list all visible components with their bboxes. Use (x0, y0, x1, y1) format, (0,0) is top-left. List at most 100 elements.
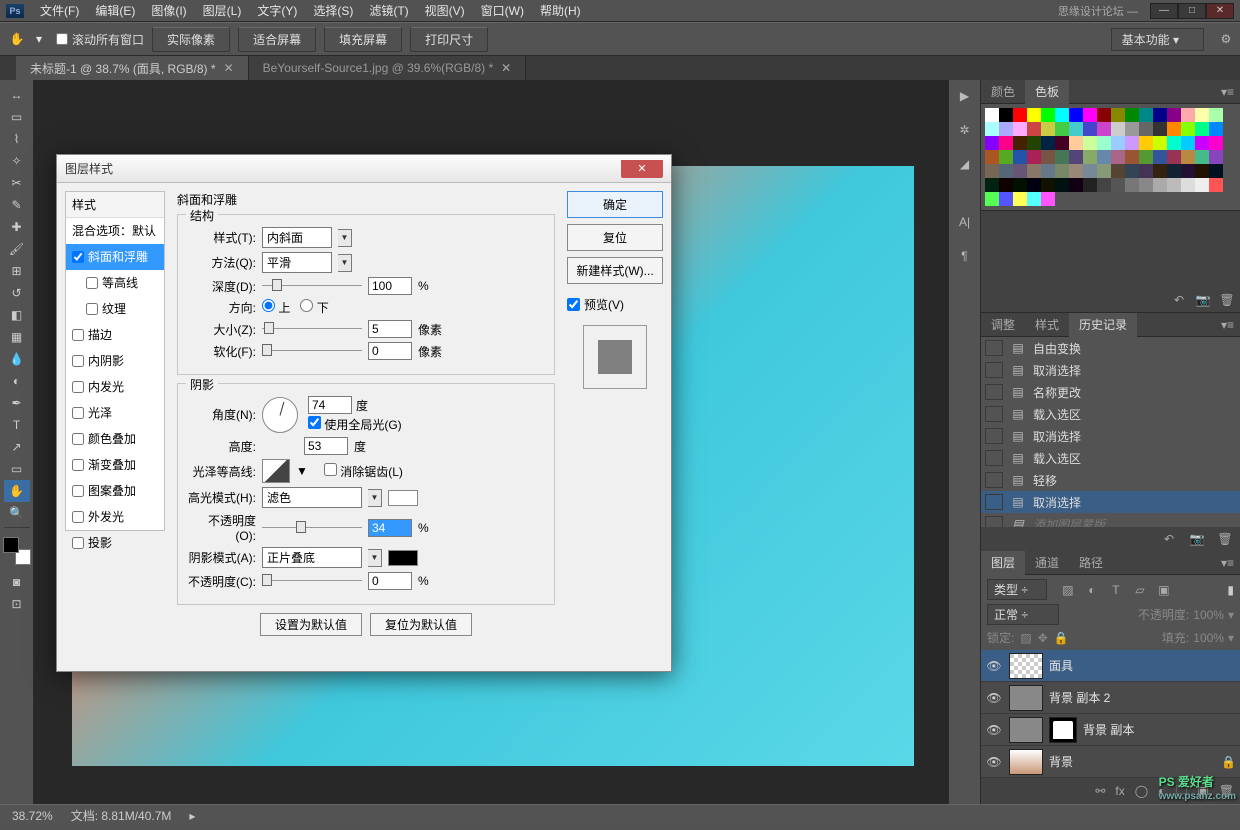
swatch[interactable] (1083, 122, 1097, 136)
swatch[interactable] (1083, 136, 1097, 150)
quickmask-icon[interactable]: ◙ (4, 571, 30, 593)
layer-mask[interactable] (1049, 717, 1077, 743)
history-item[interactable]: ▤取消选择 (981, 491, 1240, 513)
swatch[interactable] (1069, 108, 1083, 122)
menu-help[interactable]: 帮助(H) (532, 2, 589, 19)
dropdown-icon[interactable]: ▼ (338, 229, 352, 247)
swatch[interactable] (1181, 122, 1195, 136)
trash-icon[interactable]: 🗑 (1216, 531, 1234, 547)
swatch[interactable] (1097, 164, 1111, 178)
shadow-color[interactable] (388, 550, 418, 566)
swatch[interactable] (1167, 164, 1181, 178)
swatch[interactable] (1111, 108, 1125, 122)
swatch[interactable] (985, 108, 999, 122)
swatch[interactable] (999, 164, 1013, 178)
styles-tab[interactable]: 样式 (1025, 313, 1069, 337)
filter-toggle[interactable]: ▮ (1227, 583, 1234, 597)
highlight-opacity-input[interactable] (368, 519, 412, 537)
step-back-icon[interactable]: ↶ (1160, 531, 1178, 547)
filter-kind-select[interactable]: 类型 ÷ (987, 579, 1047, 600)
histogram-icon[interactable]: ◢ (955, 154, 975, 174)
gear-icon[interactable]: ⚙ (1218, 31, 1234, 47)
eyedropper-tool-icon[interactable]: ✎ (4, 194, 30, 216)
swatch[interactable] (1069, 122, 1083, 136)
swatch[interactable] (1027, 192, 1041, 206)
paragraph-icon[interactable]: ¶ (955, 246, 975, 266)
inner-shadow-item[interactable]: 内阴影 (66, 348, 164, 374)
depth-input[interactable] (368, 277, 412, 295)
swatch[interactable] (1041, 136, 1055, 150)
move-tool-icon[interactable]: ↔ (4, 84, 30, 106)
styles-header[interactable]: 样式 (66, 192, 164, 218)
swatch[interactable] (1041, 122, 1055, 136)
color-swatches[interactable] (3, 537, 31, 565)
swatch[interactable] (1041, 164, 1055, 178)
brush-tool-icon[interactable]: 🖌 (4, 238, 30, 260)
swatch[interactable] (1069, 136, 1083, 150)
angle-control[interactable] (262, 397, 298, 433)
dropdown-icon[interactable]: ▼ (296, 464, 308, 478)
swatch[interactable] (1167, 122, 1181, 136)
swatch[interactable] (1083, 108, 1097, 122)
swatch[interactable] (1027, 108, 1041, 122)
visibility-icon[interactable]: 👁 (985, 659, 1003, 673)
antialias-checkbox[interactable]: 消除锯齿(L) (324, 463, 403, 480)
dock-collapse-icon[interactable]: ▶ (955, 86, 975, 106)
swatch[interactable] (1195, 108, 1209, 122)
color-tab[interactable]: 颜色 (981, 80, 1025, 104)
swatch[interactable] (1027, 136, 1041, 150)
swatch[interactable] (985, 136, 999, 150)
swatch[interactable] (1055, 122, 1069, 136)
swatch[interactable] (1139, 136, 1153, 150)
swatch[interactable] (1013, 192, 1027, 206)
shadow-opacity-slider[interactable] (262, 573, 362, 589)
swatch[interactable] (1111, 136, 1125, 150)
swatch[interactable] (1181, 164, 1195, 178)
history-item[interactable]: ▤名称更改 (981, 381, 1240, 403)
dropdown-icon[interactable]: ▼ (368, 489, 382, 507)
swatch[interactable] (1125, 150, 1139, 164)
stroke-item[interactable]: 描边 (66, 322, 164, 348)
history-item[interactable]: ▤取消选择 (981, 359, 1240, 381)
close-icon[interactable]: ✕ (224, 61, 234, 75)
soften-slider[interactable] (262, 343, 362, 359)
stamp-tool-icon[interactable]: ⊞ (4, 260, 30, 282)
blending-options-item[interactable]: 混合选项：默认 (66, 218, 164, 244)
highlight-mode-select[interactable]: 滤色 (262, 487, 362, 508)
menu-layer[interactable]: 图层(L) (195, 2, 250, 19)
lock-all-icon[interactable]: 🔒 (1054, 631, 1069, 645)
lock-position-icon[interactable]: ✥ (1038, 631, 1048, 645)
angle-input[interactable] (308, 396, 352, 414)
swatch[interactable] (1195, 164, 1209, 178)
swatch[interactable] (1055, 150, 1069, 164)
hand-tool-icon[interactable]: ✋ (4, 480, 30, 502)
menu-type[interactable]: 文字(Y) (249, 2, 305, 19)
zoom-tool-icon[interactable]: 🔍 (4, 502, 30, 524)
path-tool-icon[interactable]: ↗ (4, 436, 30, 458)
swatch[interactable] (999, 122, 1013, 136)
style-select[interactable]: 内斜面 (262, 227, 332, 248)
visibility-icon[interactable]: 👁 (985, 755, 1003, 769)
swatch[interactable] (1083, 178, 1097, 192)
mask-icon[interactable]: ◯ (1135, 784, 1148, 798)
menu-window[interactable]: 窗口(W) (473, 2, 532, 19)
trash-icon[interactable]: 🗑 (1218, 292, 1236, 308)
swatch[interactable] (999, 108, 1013, 122)
swatches-tab[interactable]: 色板 (1025, 80, 1069, 104)
actual-pixels-button[interactable]: 实际像素 (152, 27, 230, 52)
swatch[interactable] (1097, 136, 1111, 150)
swatch[interactable] (1027, 122, 1041, 136)
swatch[interactable] (1111, 150, 1125, 164)
history-tab[interactable]: 历史记录 (1069, 313, 1137, 337)
window-close[interactable]: ✕ (1206, 3, 1234, 19)
wand-tool-icon[interactable]: ✧ (4, 150, 30, 172)
swatch[interactable] (1181, 150, 1195, 164)
swatch[interactable] (1055, 178, 1069, 192)
swatch[interactable] (1209, 136, 1223, 150)
swatch[interactable] (1013, 164, 1027, 178)
lasso-tool-icon[interactable]: ⌇ (4, 128, 30, 150)
swatch[interactable] (1111, 164, 1125, 178)
swatch[interactable] (1027, 150, 1041, 164)
bevel-emboss-item[interactable]: 斜面和浮雕 (66, 244, 164, 270)
outer-glow-item[interactable]: 外发光 (66, 504, 164, 530)
